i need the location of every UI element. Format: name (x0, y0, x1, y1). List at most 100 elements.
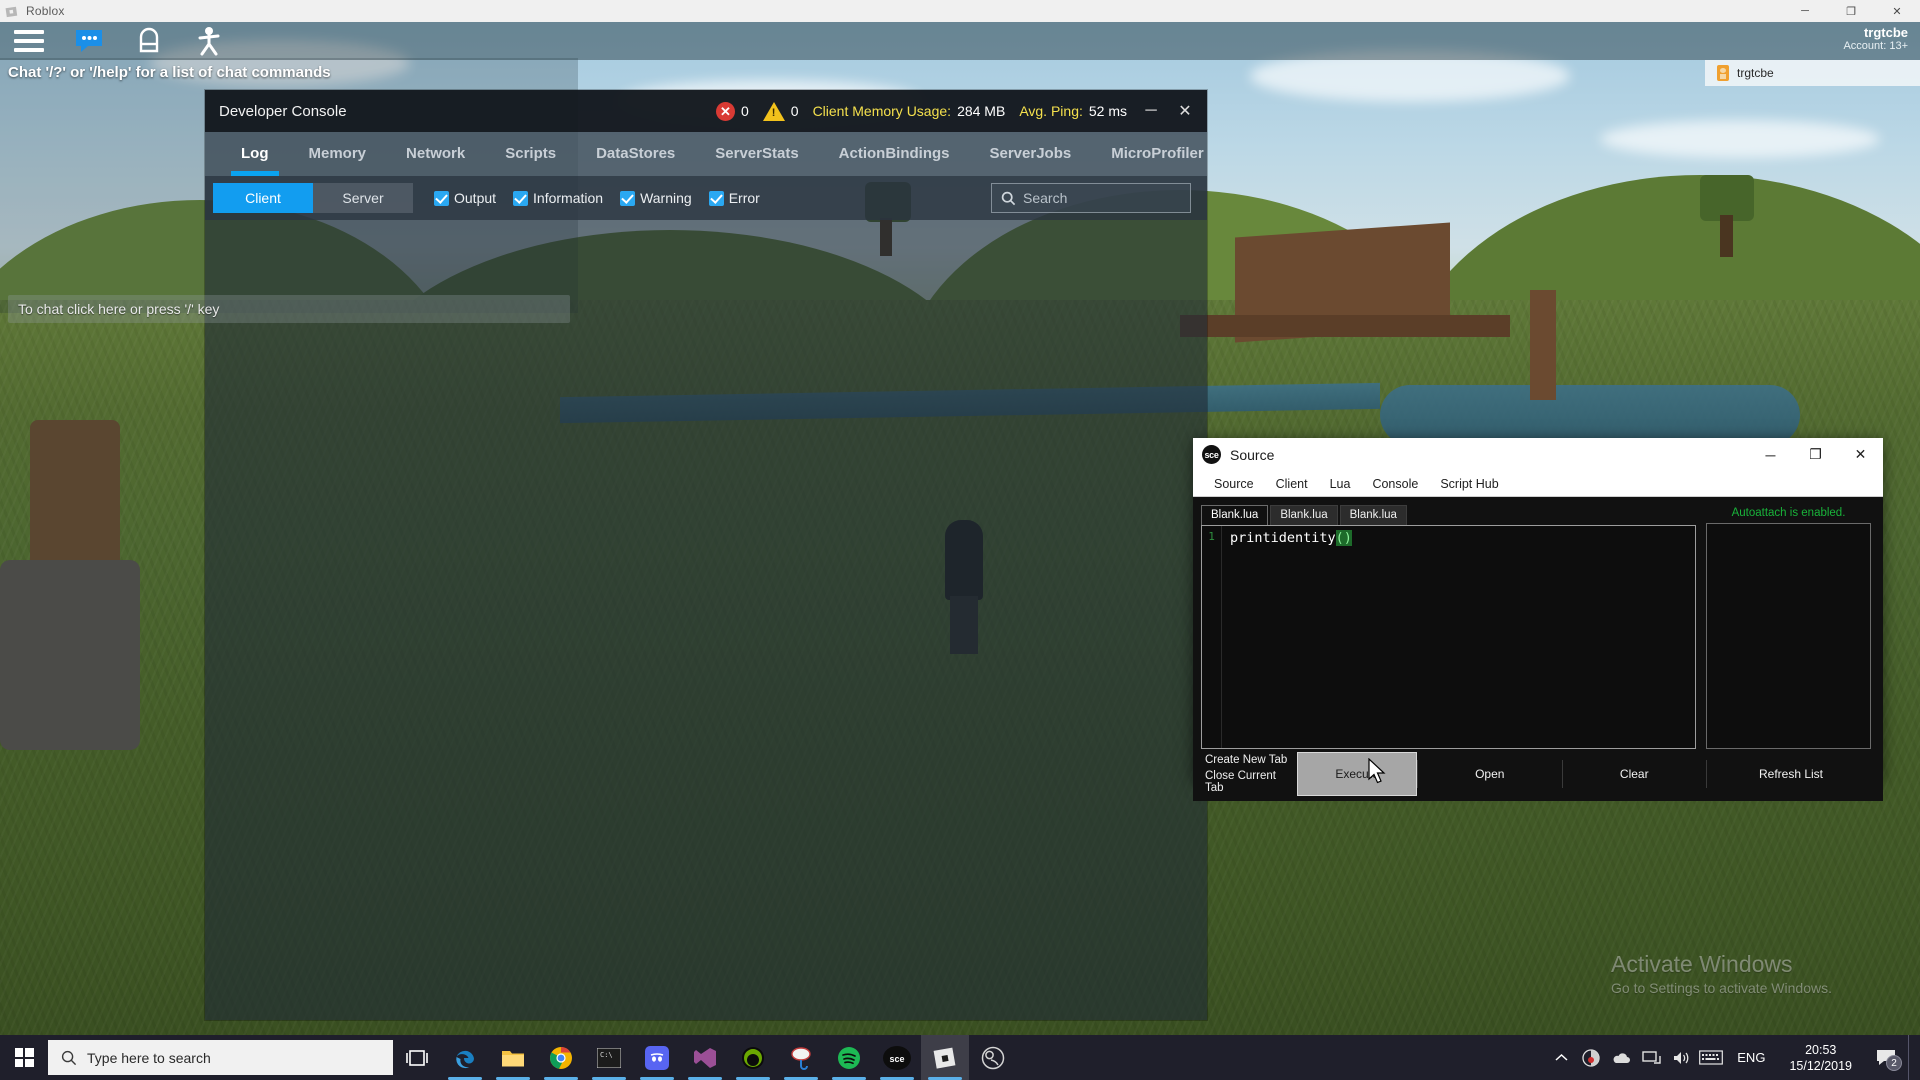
chat-bubble-icon[interactable] (72, 26, 106, 56)
taskbar-search-placeholder: Type here to search (87, 1049, 211, 1066)
source-executor-window: sce Source ─ ❐ ✕ Source Client Lua Conso… (1193, 438, 1883, 801)
command-prompt-icon[interactable]: C:\ (585, 1035, 633, 1080)
filter-output[interactable]: Output (427, 190, 503, 206)
line-number-gutter: 1 (1202, 526, 1222, 748)
create-new-tab-button[interactable]: Create New Tab (1205, 754, 1297, 766)
refresh-list-wrap: Refresh List (1707, 752, 1875, 796)
taskbar-apps: C:\ sce (441, 1035, 1017, 1080)
attach-process-list[interactable] (1706, 523, 1871, 749)
paint-icon[interactable] (777, 1035, 825, 1080)
tab-log[interactable]: Log (221, 136, 289, 176)
source-minimize-button[interactable]: ─ (1748, 438, 1793, 471)
nvidia-tray-icon[interactable] (1577, 1035, 1605, 1080)
visual-studio-icon[interactable] (681, 1035, 729, 1080)
error-count: 0 (740, 103, 749, 119)
screen: Roblox ─ ❐ ✕ Chat '/?' or '/help' for a … (0, 0, 1920, 1080)
code-function-name: printidentity (1230, 530, 1336, 546)
roblox-topbar (0, 22, 226, 60)
nvidia-icon[interactable] (729, 1035, 777, 1080)
execute-button[interactable]: Execute (1297, 752, 1417, 796)
file-tab-1[interactable]: Blank.lua (1201, 505, 1269, 525)
code-content[interactable]: printidentity() (1222, 526, 1695, 748)
roblox-maximize-button[interactable]: ❐ (1828, 0, 1874, 22)
file-tab-2[interactable]: Blank.lua (1270, 505, 1338, 525)
spotify-icon[interactable] (825, 1035, 873, 1080)
segment-server[interactable]: Server (313, 183, 413, 213)
river-pond (1380, 385, 1800, 445)
tab-serverstats[interactable]: ServerStats (695, 136, 818, 176)
devconsole-close-button[interactable]: ✕ (1169, 95, 1201, 127)
close-current-tab-button[interactable]: Close Current Tab (1205, 770, 1297, 794)
tab-datastores[interactable]: DataStores (576, 136, 695, 176)
sce-executor-icon[interactable]: sce (873, 1035, 921, 1080)
discord-icon[interactable] (633, 1035, 681, 1080)
svg-text:C:\: C:\ (600, 1051, 613, 1059)
source-editor-pane: Blank.lua Blank.lua Blank.lua 1 printide… (1201, 505, 1696, 749)
chat-input[interactable]: To chat click here or press '/' key (8, 295, 570, 323)
tab-network[interactable]: Network (386, 136, 485, 176)
filter-warning[interactable]: Warning (613, 190, 699, 206)
roblox-minimize-button[interactable]: ─ (1782, 0, 1828, 22)
chevron-up-icon[interactable] (1547, 1035, 1575, 1080)
menu-source[interactable]: Source (1203, 472, 1265, 496)
onedrive-icon[interactable] (1607, 1035, 1635, 1080)
filter-error-label: Error (728, 190, 760, 206)
error-icon: ✕ (715, 101, 735, 121)
roblox-close-button[interactable]: ✕ (1874, 0, 1920, 22)
clock[interactable]: 20:53 15/12/2019 (1777, 1042, 1864, 1074)
roblox-icon[interactable] (921, 1035, 969, 1080)
edge-icon[interactable] (441, 1035, 489, 1080)
devconsole-search-input[interactable]: Search (991, 183, 1191, 213)
action-center-icon[interactable]: 2 (1866, 1035, 1906, 1080)
menu-lua[interactable]: Lua (1319, 472, 1362, 496)
memory-value: 284 MB (957, 103, 1006, 119)
filter-error[interactable]: Error (702, 190, 767, 206)
source-maximize-button[interactable]: ❐ (1793, 438, 1838, 471)
file-explorer-icon[interactable] (489, 1035, 537, 1080)
obs-icon[interactable] (969, 1035, 1017, 1080)
show-desktop-button[interactable] (1908, 1035, 1916, 1080)
tab-actionbindings[interactable]: ActionBindings (819, 136, 970, 176)
volume-icon[interactable] (1667, 1035, 1695, 1080)
code-editor[interactable]: 1 printidentity() (1201, 525, 1696, 749)
watermark-line1: Activate Windows (1611, 951, 1793, 977)
refresh-list-button[interactable]: Refresh List (1707, 767, 1875, 781)
rock (30, 420, 120, 580)
source-close-button[interactable]: ✕ (1838, 438, 1883, 471)
keyboard-icon[interactable] (1697, 1035, 1725, 1080)
chrome-icon[interactable] (537, 1035, 585, 1080)
task-view-icon[interactable] (393, 1035, 441, 1080)
network-icon[interactable] (1637, 1035, 1665, 1080)
devconsole-title: Developer Console (219, 102, 347, 120)
autoattach-status: Autoattach is enabled. (1731, 507, 1846, 519)
hamburger-menu-icon[interactable] (12, 26, 46, 56)
file-tab-3[interactable]: Blank.lua (1339, 505, 1407, 525)
account-chip[interactable]: trgtcbe (1705, 60, 1920, 86)
ping-stat: Avg. Ping: 52 ms (1019, 103, 1127, 119)
taskbar-search-input[interactable]: Type here to search (48, 1040, 393, 1075)
menu-console[interactable]: Console (1361, 472, 1429, 496)
devconsole-minimize-button[interactable]: ─ (1135, 95, 1167, 127)
tab-serverjobs[interactable]: ServerJobs (970, 136, 1092, 176)
menu-script-hub[interactable]: Script Hub (1429, 472, 1509, 496)
filter-warning-label: Warning (640, 190, 692, 206)
language-indicator[interactable]: ENG (1727, 1050, 1775, 1065)
menu-client[interactable]: Client (1265, 472, 1319, 496)
devconsole-titlebar: Developer Console ✕ 0 0 Client Memory Us… (205, 90, 1207, 132)
source-window-title: Source (1230, 446, 1275, 463)
open-button[interactable]: Open (1418, 752, 1562, 796)
backpack-icon[interactable] (132, 26, 166, 56)
clear-button[interactable]: Clear (1563, 752, 1707, 796)
account-chip-label: trgtcbe (1737, 66, 1774, 80)
source-bottom-bar: Create New Tab Close Current Tab Execute… (1193, 749, 1883, 801)
filter-information[interactable]: Information (506, 190, 610, 206)
tree-trunk (1720, 215, 1733, 257)
tab-scripts[interactable]: Scripts (485, 136, 576, 176)
source-titlebar: sce Source ─ ❐ ✕ (1193, 438, 1883, 471)
devconsole-search-placeholder: Search (1023, 190, 1068, 206)
windows-start-icon[interactable] (0, 1035, 48, 1080)
segment-client[interactable]: Client (213, 183, 313, 213)
emotes-person-icon[interactable] (192, 26, 226, 56)
tab-memory[interactable]: Memory (289, 136, 387, 176)
tab-microprofiler[interactable]: MicroProfiler (1091, 136, 1224, 176)
